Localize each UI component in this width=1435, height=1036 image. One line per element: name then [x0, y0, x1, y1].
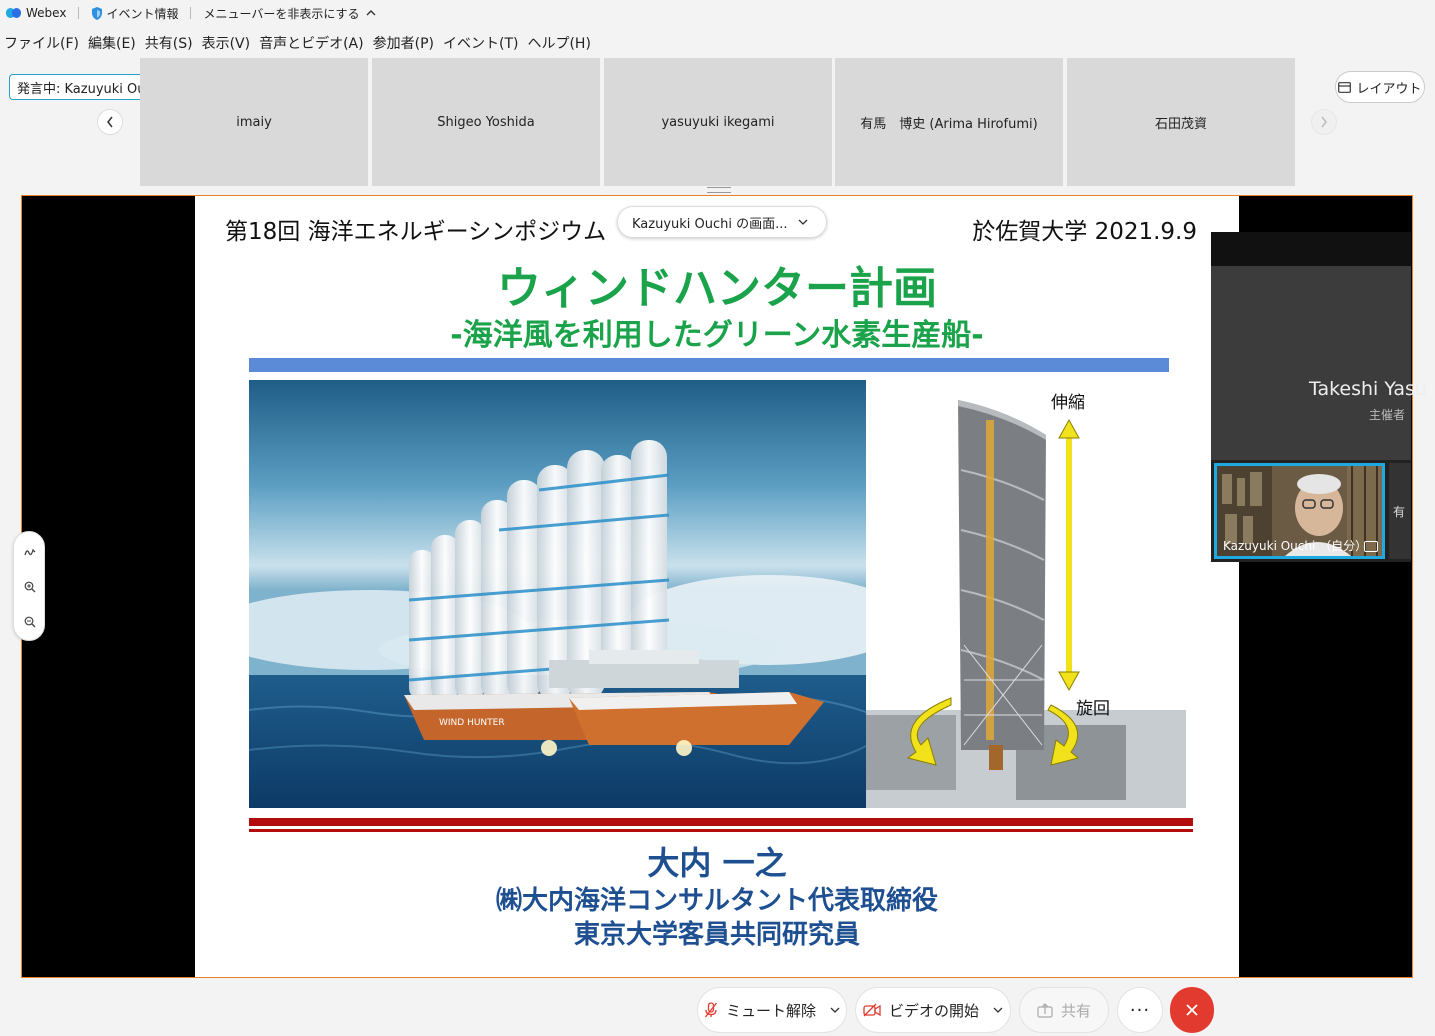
- webex-logo-icon: [6, 8, 22, 18]
- participant-name: Shigeo Yoshida: [437, 114, 535, 130]
- presenter-screen-menu[interactable]: Kazuyuki Ouchi の画面...: [617, 206, 827, 238]
- video-panel-header: [1211, 232, 1411, 266]
- camera-off-icon: [863, 1003, 881, 1017]
- menu-view[interactable]: 表示(V): [198, 33, 256, 53]
- slide-divider-blue: [249, 358, 1169, 372]
- more-options-button[interactable]: ···: [1117, 987, 1163, 1033]
- host-role: 主催者: [1369, 408, 1406, 422]
- slide-divider-red-thin: [249, 829, 1193, 832]
- strip-next-button[interactable]: [1311, 109, 1337, 135]
- hide-menu-button[interactable]: メニューバーを非表示にする: [203, 5, 376, 22]
- menu-file[interactable]: ファイル(F): [0, 33, 84, 53]
- shared-screen: 第18回 海洋エネルギーシンポジウム 於佐賀大学 2021.9.9 ウィンドハン…: [21, 195, 1413, 978]
- slide-subtitle: -海洋風を利用したグリーン水素生産船-: [450, 318, 984, 353]
- slide-title: ウィンドハンター計画: [497, 263, 937, 314]
- more-icon: ···: [1129, 999, 1151, 1021]
- participant-tile[interactable]: 石田茂資: [1067, 58, 1295, 186]
- video-panel: Takeshi Yasu 主催者 Kazuyuki Ouchi （自分） 有: [1211, 232, 1427, 562]
- participant-tile[interactable]: imaiy: [140, 58, 368, 186]
- menu-edit[interactable]: 編集(E): [84, 33, 141, 53]
- zoom-out-icon: [24, 616, 36, 628]
- annotate-pen-button[interactable]: [20, 542, 40, 562]
- zoom-in-icon: [24, 581, 36, 593]
- menu-event[interactable]: イベント(T): [439, 33, 523, 53]
- participant-tile[interactable]: 有馬 博史 (Arima Hirofumi): [835, 58, 1063, 186]
- label-rotate: 旋回: [1076, 699, 1110, 719]
- self-video-tile[interactable]: Kazuyuki Ouchi （自分）: [1214, 463, 1385, 559]
- slide-header-left: 第18回 海洋エネルギーシンポジウム: [225, 219, 607, 245]
- start-video-label: ビデオの開始: [888, 1001, 979, 1020]
- participant-name: 有馬 博史 (Arima Hirofumi): [860, 116, 1038, 132]
- layout-label: レイアウト: [1356, 81, 1422, 97]
- rotor-diagram-image: [866, 400, 1186, 808]
- chevron-right-icon: [1321, 116, 1327, 128]
- event-info-label: イベント情報: [106, 6, 179, 21]
- slide-affiliation-2: 東京大学客員共同研究員: [573, 920, 860, 950]
- participant-initial: 有: [1393, 504, 1406, 519]
- slide-divider-red: [249, 818, 1193, 826]
- menu-participants[interactable]: 参加者(P): [369, 33, 439, 53]
- participant-tile[interactable]: Shigeo Yoshida: [372, 58, 600, 186]
- title-divider: [190, 7, 192, 19]
- menu-audio-video[interactable]: 音声とビデオ(A): [255, 33, 369, 53]
- close-icon: [1186, 1004, 1198, 1016]
- unmute-label: ミュート解除: [725, 1001, 816, 1020]
- host-video-tile[interactable]: Takeshi Yasu 主催者: [1211, 266, 1427, 460]
- label-extend: 伸縮: [1051, 393, 1085, 413]
- participant-tile[interactable]: yasuyuki ikegami: [604, 58, 832, 186]
- microphone-muted-icon: [704, 1002, 717, 1018]
- annotation-toolbar: [13, 531, 45, 641]
- shield-icon: [92, 6, 103, 20]
- participant-name: yasuyuki ikegami: [661, 114, 775, 130]
- share-button[interactable]: 共有: [1019, 987, 1109, 1033]
- participant-video-tile[interactable]: 有: [1389, 463, 1411, 559]
- app-name: Webex: [26, 6, 67, 20]
- ship-hull-text: WIND HUNTER: [439, 718, 505, 728]
- share-indicator-icon: [1364, 541, 1378, 552]
- rotor-sail-diagram: 伸縮 旋回: [866, 380, 1186, 808]
- share-label: 共有: [1060, 1001, 1091, 1020]
- zoom-in-button[interactable]: [20, 577, 40, 597]
- chevron-up-icon: [366, 10, 376, 16]
- presentation-slide: 第18回 海洋エネルギーシンポジウム 於佐賀大学 2021.9.9 ウィンドハン…: [195, 196, 1239, 977]
- chevron-left-icon: [107, 116, 113, 128]
- chevron-down-icon[interactable]: [993, 1007, 1003, 1014]
- hide-menu-label: メニューバーを非表示にする: [203, 6, 360, 21]
- participant-name: 石田茂資: [1154, 116, 1207, 132]
- ship-illustration: WIND HUNTER: [249, 380, 866, 808]
- leave-meeting-button[interactable]: [1170, 987, 1214, 1033]
- layout-button[interactable]: レイアウト: [1335, 71, 1425, 103]
- pen-icon: [24, 548, 36, 556]
- layout-icon: [1338, 81, 1352, 93]
- menu-share[interactable]: 共有(S): [141, 33, 198, 53]
- slide-author: 大内 一之: [647, 844, 787, 882]
- menu-help[interactable]: ヘルプ(H): [523, 33, 595, 53]
- title-divider: [78, 7, 80, 19]
- menu-bar: ファイル(F) 編集(E) 共有(S) 表示(V) 音声とビデオ(A) 参加者(…: [0, 30, 596, 56]
- start-video-button[interactable]: ビデオの開始: [855, 987, 1011, 1033]
- sail-ship-image: WIND HUNTER: [249, 380, 866, 808]
- zoom-out-button[interactable]: [20, 612, 40, 632]
- self-video-label: Kazuyuki Ouchi （自分）: [1223, 539, 1368, 553]
- host-name: Takeshi Yasu: [1309, 378, 1427, 400]
- participant-name: imaiy: [236, 114, 272, 130]
- slide-affiliation-1: ㈱大内海洋コンサルタント代表取締役: [495, 886, 938, 916]
- unmute-button[interactable]: ミュート解除: [697, 987, 847, 1033]
- app-logo: Webex: [6, 6, 66, 20]
- strip-resize-handle[interactable]: [707, 187, 731, 193]
- slide-header-right: 於佐賀大学 2021.9.9: [972, 219, 1197, 245]
- presenter-screen-label: Kazuyuki Ouchi の画面...: [632, 216, 788, 232]
- chevron-down-icon: [798, 219, 807, 225]
- event-info-button[interactable]: イベント情報: [91, 5, 178, 22]
- strip-prev-button[interactable]: [97, 109, 123, 135]
- share-icon: [1037, 1002, 1053, 1018]
- title-bar: Webex イベント情報 メニューバーを非表示にする: [0, 0, 1435, 26]
- chevron-down-icon[interactable]: [830, 1007, 840, 1014]
